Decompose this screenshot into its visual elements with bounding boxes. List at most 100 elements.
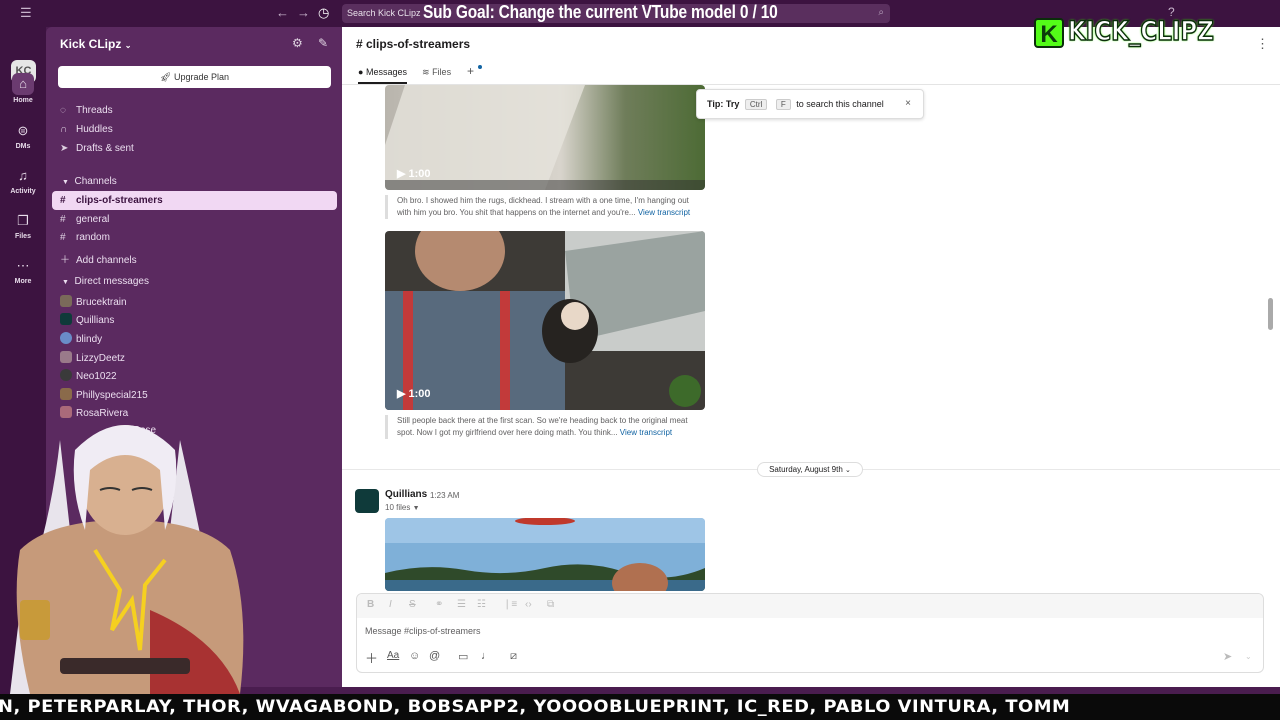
view-transcript-link[interactable]: View transcript [620,428,672,437]
emoji-icon[interactable]: ☺ [409,650,420,662]
avatar [60,332,72,344]
code-icon[interactable]: ‹› [525,599,532,610]
sidebar-item-label: Drafts & sent [76,143,134,154]
view-transcript-link[interactable]: View transcript [638,208,690,217]
transcript-caption: Oh bro. I showed him the rugs, dickhead.… [385,195,715,219]
sidebar-item-dm[interactable]: Neo1022 [60,369,117,387]
formatting-icon[interactable]: Aa [387,650,399,661]
message-time[interactable]: 1:23 AM [430,491,459,500]
dm-name: blindy [76,334,103,345]
tip-prefix: Tip: Try [707,99,740,109]
sidebar-item-general[interactable]: # general [60,214,109,232]
chevron-down-icon[interactable]: ⌄ [1245,652,1252,661]
tab-messages[interactable]: ● Messages [358,67,407,84]
tip-suffix: to search this channel [796,99,884,109]
add-tab-icon[interactable]: + [467,64,474,78]
avatar [60,351,72,363]
message-author[interactable]: Quillians [385,489,427,500]
video-attachment[interactable]: ▶ 1:00 [385,231,705,410]
caption-line: with him you bro. You shit that happens … [397,208,636,217]
sidebar-item-drafts[interactable]: ➤ Drafts & sent [60,143,134,161]
file-count[interactable]: 10 files ▼ [385,503,420,512]
sidebar-item-label: general [76,214,110,225]
home-icon: ⌂ [12,73,34,95]
date-divider-label: Saturday, August 9th [769,465,843,474]
sidebar-item-label: clips-of-streamers [76,195,163,206]
channel-tabs: ● Messages ≋ Files + [342,63,1280,85]
ordered-list-icon[interactable]: ☰ [457,599,466,610]
italic-icon[interactable]: I [389,599,392,610]
avatar [60,313,72,325]
sidebar-item-add-channels[interactable]: ＋ Add channels [60,251,137,269]
workspace-name[interactable]: Kick CLipz ⌄ [60,37,131,51]
sidebar-item-clips-of-streamers[interactable]: # clips-of-streamers [60,195,163,213]
rail-home[interactable]: ⌂ Home [0,73,46,104]
date-divider[interactable]: Saturday, August 9th ⌄ [757,462,863,477]
code-block-icon[interactable]: ⧉ [547,599,554,610]
duration-text: 1:00 [408,168,431,180]
avatar[interactable] [355,489,379,513]
channel-title[interactable]: # clips-of-streamers [356,37,470,51]
sidebar-item-random[interactable]: # random [60,232,110,250]
slash-command-icon[interactable]: ⧄ [510,650,517,663]
video-attachment[interactable]: ▶ 1:00 [385,85,705,190]
close-icon[interactable]: × [905,98,911,109]
bullet-list-icon[interactable]: ☷ [477,599,486,610]
compose-icon[interactable]: ✎ [318,36,328,50]
formatting-toolbar: B I S ⚭ ☰ ☷ ❘≡ ‹› ⧉ [357,594,1263,618]
channels-header[interactable]: ▼ Channels [62,176,117,187]
arrow-right-icon[interactable]: → [297,5,310,20]
more-icon: ⋯ [16,258,30,273]
message-composer: B I S ⚭ ☰ ☷ ❘≡ ‹› ⧉ Message #clips-of-st… [356,593,1264,673]
rail-activity-label: Activity [10,188,36,195]
message-input[interactable]: Message #clips-of-streamers [365,626,481,636]
plus-icon[interactable]: ＋ [365,648,378,667]
video-icon[interactable]: ▭ [458,650,468,663]
hash-icon: # [60,214,66,225]
rail-activity[interactable]: ♫ Activity [0,168,46,195]
kebab-menu-icon[interactable]: ⋮ [1256,36,1269,52]
sidebar-item-dm[interactable]: Brucektrain [60,295,127,313]
sidebar-item-dm[interactable]: Quillians [60,313,114,331]
bold-icon[interactable]: B [367,599,374,610]
notification-dot [478,65,482,69]
gear-icon[interactable]: ⚙ [292,36,303,50]
link-icon[interactable]: ⚭ [435,599,443,610]
sidebar-item-dm[interactable]: LizzyDeetz [60,351,125,369]
vtuber-avatar [0,410,270,694]
direct-messages-header[interactable]: ▼ Direct messages [62,276,149,287]
arrow-left-icon[interactable]: ← [276,5,289,20]
image-attachment[interactable] [385,518,705,591]
sidebar-item-threads[interactable]: ◌ Threads [60,105,113,123]
rail-dms[interactable]: ⊜ DMs [0,123,46,150]
scrollbar[interactable] [1268,298,1273,330]
dm-name: Phillyspecial215 [76,390,148,401]
sidebar-item-dm[interactable]: Phillyspecial215 [60,388,148,406]
search-icon[interactable]: ⌕ [878,7,884,18]
rocket-icon: 🚀︎ [160,72,172,82]
headphones-icon: ∩ [60,124,68,135]
upgrade-plan-button[interactable]: 🚀︎ Upgrade Plan [58,66,331,88]
hamburger-icon[interactable]: ☰ [20,5,32,21]
bell-icon: ♫ [18,168,28,183]
play-icon: ▶ [397,388,406,400]
rail-files[interactable]: ❐ Files [0,213,46,240]
dm-header-label: Direct messages [74,276,149,287]
sidebar-item-dm[interactable]: blindy [60,332,102,350]
sidebar-item-huddles[interactable]: ∩ Huddles [60,124,113,142]
mention-icon[interactable]: @ [429,650,440,662]
sub-goal-overlay: Sub Goal: Change the current VTube model… [423,2,778,22]
clock-icon[interactable]: ◷ [318,5,329,21]
microphone-icon[interactable]: ♩ [481,650,492,662]
rail-more[interactable]: ⋯ More [0,258,46,285]
chevron-down-icon: ⌄ [845,467,851,474]
avatar [60,295,72,307]
tab-files[interactable]: ≋ Files [422,67,451,78]
sidebar-item-label: random [76,232,110,243]
file-count-text: 10 files [385,503,411,512]
blockquote-icon[interactable]: ❘≡ [503,599,517,610]
dms-icon: ⊜ [17,123,29,138]
send-icon[interactable]: ➤ [1223,650,1232,663]
strikethrough-icon[interactable]: S [409,599,416,610]
kick-clipz-logo: K KICK_CLIPZ [1034,15,1239,50]
